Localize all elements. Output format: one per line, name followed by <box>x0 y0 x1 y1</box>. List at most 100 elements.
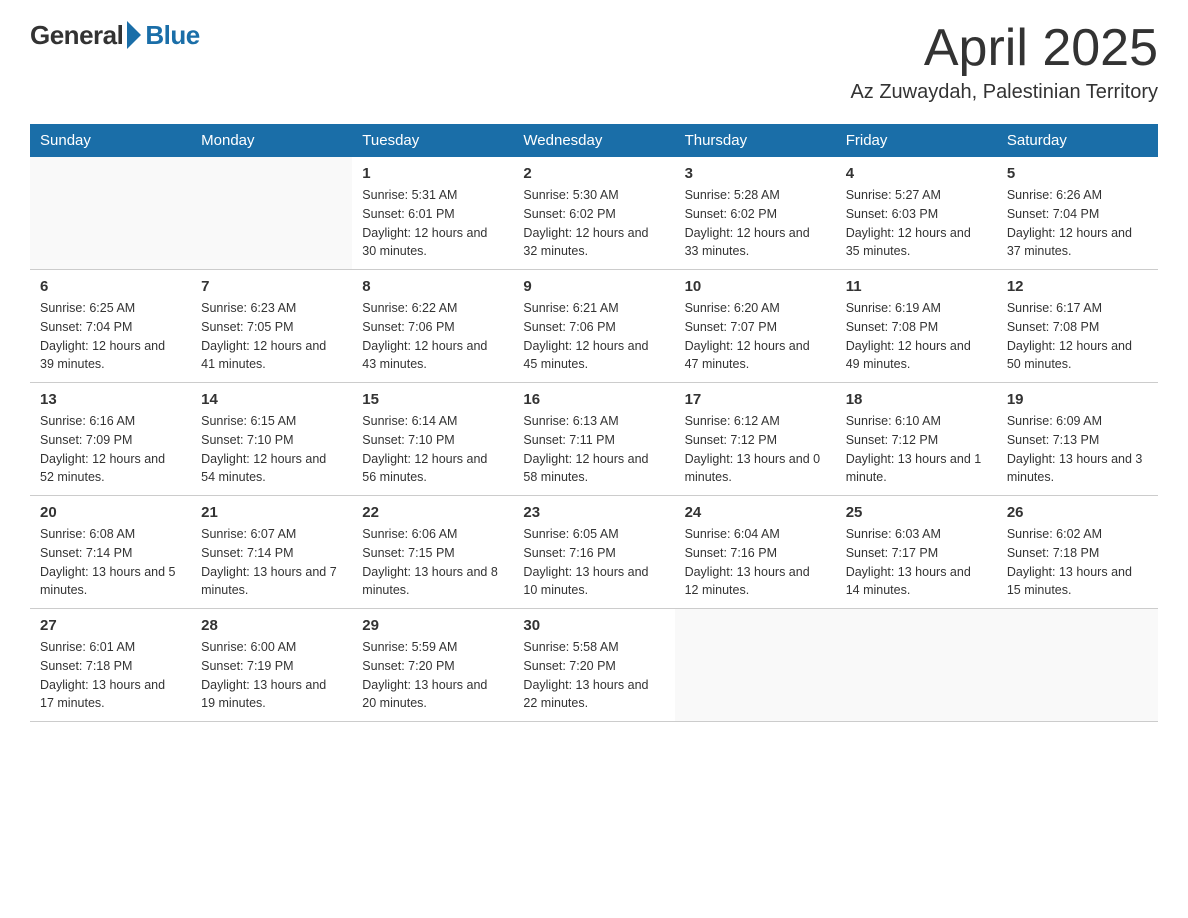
day-cell <box>675 609 836 722</box>
header-row: SundayMondayTuesdayWednesdayThursdayFrid… <box>30 124 1158 157</box>
day-cell: 23Sunrise: 6:05 AMSunset: 7:16 PMDayligh… <box>513 496 674 609</box>
header-cell-sunday: Sunday <box>30 124 191 157</box>
day-number: 22 <box>362 504 503 521</box>
day-info: Sunrise: 6:23 AMSunset: 7:05 PMDaylight:… <box>201 299 342 374</box>
day-number: 25 <box>846 504 987 521</box>
day-cell: 18 Sunrise: 6:10 AMSunset: 7:12 PMDayligh… <box>836 383 997 496</box>
day-cell: 8Sunrise: 6:22 AMSunset: 7:06 PMDaylight… <box>352 270 513 383</box>
day-info: Sunrise: 6:15 AMSunset: 7:10 PMDaylight:… <box>201 412 342 487</box>
week-row-1: 1 Sunrise: 5:31 AMSunset: 6:01 PMDaylight… <box>30 157 1158 270</box>
day-number: 17 <box>685 391 826 408</box>
day-number: 26 <box>1007 504 1148 521</box>
day-number: 1 <box>362 165 503 182</box>
logo-line1: General Blue <box>30 20 200 51</box>
day-info: Sunrise: 6:07 AMSunset: 7:14 PMDaylight:… <box>201 525 342 600</box>
day-cell: 14 Sunrise: 6:15 AMSunset: 7:10 PMDayligh… <box>191 383 352 496</box>
header-cell-thursday: Thursday <box>675 124 836 157</box>
day-number: 19 <box>1007 391 1148 408</box>
week-row-5: 27Sunrise: 6:01 AMSunset: 7:18 PMDayligh… <box>30 609 1158 722</box>
day-number: 3 <box>685 165 826 182</box>
day-info: Sunrise: 6:03 AMSunset: 7:17 PMDaylight:… <box>846 525 987 600</box>
day-cell: 13 Sunrise: 6:16 AMSunset: 7:09 PMDayligh… <box>30 383 191 496</box>
day-info: Sunrise: 6:06 AMSunset: 7:15 PMDaylight:… <box>362 525 503 600</box>
day-info: Sunrise: 6:21 AMSunset: 7:06 PMDaylight:… <box>523 299 664 374</box>
month-title: April 2025 <box>850 20 1158 77</box>
day-info: Sunrise: 6:01 AMSunset: 7:18 PMDaylight:… <box>40 638 181 713</box>
day-info: Sunrise: 6:09 AMSunset: 7:13 PMDaylight:… <box>1007 412 1148 487</box>
day-number: 28 <box>201 617 342 634</box>
day-cell: 19 Sunrise: 6:09 AMSunset: 7:13 PMDayligh… <box>997 383 1158 496</box>
day-cell: 27Sunrise: 6:01 AMSunset: 7:18 PMDayligh… <box>30 609 191 722</box>
day-cell: 10Sunrise: 6:20 AMSunset: 7:07 PMDayligh… <box>675 270 836 383</box>
day-cell: 16Sunrise: 6:13 AMSunset: 7:11 PMDayligh… <box>513 383 674 496</box>
calendar-table: SundayMondayTuesdayWednesdayThursdayFrid… <box>30 124 1158 722</box>
logo-triangle-icon <box>127 21 141 49</box>
day-info: Sunrise: 5:58 AMSunset: 7:20 PMDaylight:… <box>523 638 664 713</box>
day-number: 7 <box>201 278 342 295</box>
day-number: 21 <box>201 504 342 521</box>
day-cell: 12Sunrise: 6:17 AMSunset: 7:08 PMDayligh… <box>997 270 1158 383</box>
day-cell <box>997 609 1158 722</box>
day-info: Sunrise: 6:05 AMSunset: 7:16 PMDaylight:… <box>523 525 664 600</box>
day-cell <box>191 157 352 270</box>
day-info: Sunrise: 5:59 AMSunset: 7:20 PMDaylight:… <box>362 638 503 713</box>
day-info: Sunrise: 6:26 AMSunset: 7:04 PMDaylight:… <box>1007 186 1148 261</box>
day-cell: 29 Sunrise: 5:59 AMSunset: 7:20 PMDayligh… <box>352 609 513 722</box>
day-number: 18 <box>846 391 987 408</box>
day-number: 20 <box>40 504 181 521</box>
day-info: Sunrise: 6:22 AMSunset: 7:06 PMDaylight:… <box>362 299 503 374</box>
day-cell: 1 Sunrise: 5:31 AMSunset: 6:01 PMDaylight… <box>352 157 513 270</box>
day-cell: 9 Sunrise: 6:21 AMSunset: 7:06 PMDaylight… <box>513 270 674 383</box>
day-number: 12 <box>1007 278 1148 295</box>
day-cell: 2Sunrise: 5:30 AMSunset: 6:02 PMDaylight… <box>513 157 674 270</box>
day-number: 5 <box>1007 165 1148 182</box>
header-cell-wednesday: Wednesday <box>513 124 674 157</box>
day-info: Sunrise: 5:31 AMSunset: 6:01 PMDaylight:… <box>362 186 503 261</box>
day-info: Sunrise: 6:16 AMSunset: 7:09 PMDaylight:… <box>40 412 181 487</box>
location-text: Az Zuwaydah, Palestinian Territory <box>850 81 1158 104</box>
day-number: 6 <box>40 278 181 295</box>
day-info: Sunrise: 5:28 AMSunset: 6:02 PMDaylight:… <box>685 186 826 261</box>
header-cell-saturday: Saturday <box>997 124 1158 157</box>
day-cell <box>836 609 997 722</box>
calendar-body: 1 Sunrise: 5:31 AMSunset: 6:01 PMDaylight… <box>30 157 1158 722</box>
day-cell: 3 Sunrise: 5:28 AMSunset: 6:02 PMDaylight… <box>675 157 836 270</box>
day-info: Sunrise: 6:14 AMSunset: 7:10 PMDaylight:… <box>362 412 503 487</box>
week-row-3: 13 Sunrise: 6:16 AMSunset: 7:09 PMDayligh… <box>30 383 1158 496</box>
day-info: Sunrise: 6:04 AMSunset: 7:16 PMDaylight:… <box>685 525 826 600</box>
day-cell: 4Sunrise: 5:27 AMSunset: 6:03 PMDaylight… <box>836 157 997 270</box>
header-cell-tuesday: Tuesday <box>352 124 513 157</box>
day-cell: 30Sunrise: 5:58 AMSunset: 7:20 PMDayligh… <box>513 609 674 722</box>
day-info: Sunrise: 6:08 AMSunset: 7:14 PMDaylight:… <box>40 525 181 600</box>
logo: General Blue <box>30 20 200 51</box>
day-info: Sunrise: 6:25 AMSunset: 7:04 PMDaylight:… <box>40 299 181 374</box>
day-cell: 26 Sunrise: 6:02 AMSunset: 7:18 PMDayligh… <box>997 496 1158 609</box>
day-number: 29 <box>362 617 503 634</box>
day-cell: 6 Sunrise: 6:25 AMSunset: 7:04 PMDaylight… <box>30 270 191 383</box>
day-number: 10 <box>685 278 826 295</box>
day-info: Sunrise: 5:27 AMSunset: 6:03 PMDaylight:… <box>846 186 987 261</box>
day-info: Sunrise: 6:19 AMSunset: 7:08 PMDaylight:… <box>846 299 987 374</box>
day-number: 13 <box>40 391 181 408</box>
day-cell: 22 Sunrise: 6:06 AMSunset: 7:15 PMDayligh… <box>352 496 513 609</box>
day-cell: 25 Sunrise: 6:03 AMSunset: 7:17 PMDayligh… <box>836 496 997 609</box>
day-cell: 15 Sunrise: 6:14 AMSunset: 7:10 PMDayligh… <box>352 383 513 496</box>
day-info: Sunrise: 6:00 AMSunset: 7:19 PMDaylight:… <box>201 638 342 713</box>
logo-blue-text: Blue <box>145 20 199 51</box>
logo-general-text: General <box>30 20 123 51</box>
day-number: 15 <box>362 391 503 408</box>
day-info: Sunrise: 6:02 AMSunset: 7:18 PMDaylight:… <box>1007 525 1148 600</box>
day-cell: 28 Sunrise: 6:00 AMSunset: 7:19 PMDayligh… <box>191 609 352 722</box>
day-number: 14 <box>201 391 342 408</box>
day-info: Sunrise: 6:12 AMSunset: 7:12 PMDaylight:… <box>685 412 826 487</box>
day-number: 11 <box>846 278 987 295</box>
page-header: General Blue April 2025 Az Zuwaydah, Pal… <box>30 20 1158 104</box>
day-cell: 24Sunrise: 6:04 AMSunset: 7:16 PMDayligh… <box>675 496 836 609</box>
day-cell: 20 Sunrise: 6:08 AMSunset: 7:14 PMDayligh… <box>30 496 191 609</box>
day-cell: 7 Sunrise: 6:23 AMSunset: 7:05 PMDaylight… <box>191 270 352 383</box>
header-cell-friday: Friday <box>836 124 997 157</box>
day-info: Sunrise: 6:10 AMSunset: 7:12 PMDaylight:… <box>846 412 987 487</box>
day-cell: 11 Sunrise: 6:19 AMSunset: 7:08 PMDayligh… <box>836 270 997 383</box>
day-number: 9 <box>523 278 664 295</box>
day-cell: 21 Sunrise: 6:07 AMSunset: 7:14 PMDayligh… <box>191 496 352 609</box>
